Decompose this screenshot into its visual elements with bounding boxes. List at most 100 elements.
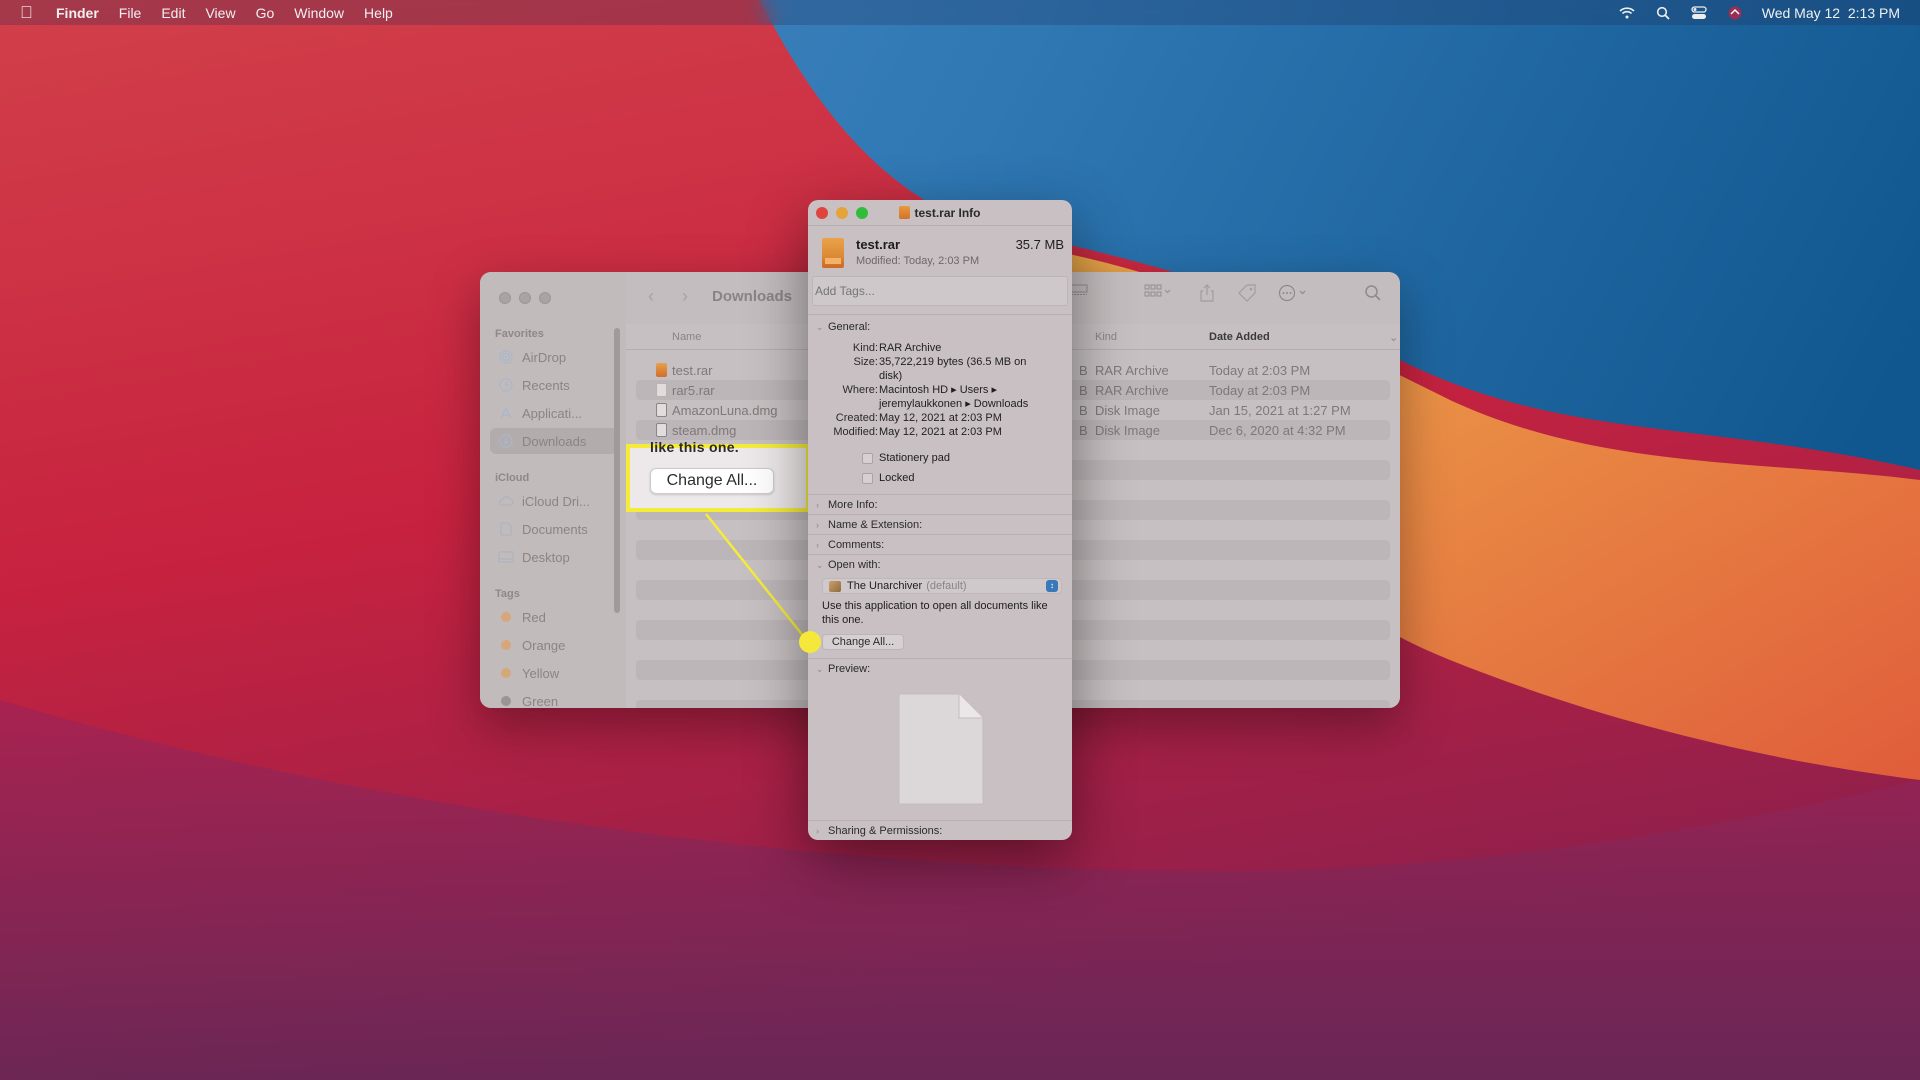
chevron-down-icon: ⌄ xyxy=(816,321,824,332)
window-controls xyxy=(499,292,551,304)
section-open-with-toggle[interactable]: ⌄ Open with: xyxy=(816,559,881,571)
sidebar-item-label: AirDrop xyxy=(522,349,567,365)
section-name-extension-label: Name & Extension: xyxy=(828,519,923,531)
created-value: May 12, 2021 at 2:03 PM xyxy=(879,412,1002,424)
add-tags-input[interactable] xyxy=(812,276,1068,306)
change-all-button[interactable]: Change All... xyxy=(822,634,904,650)
section-sharing-permissions-label: Sharing & Permissions: xyxy=(828,825,943,837)
zoom-callout: like this one. Change All... xyxy=(626,439,810,512)
sidebar-item-documents[interactable]: Documents xyxy=(490,516,618,542)
sidebar-item-desktop[interactable]: Desktop xyxy=(490,544,618,570)
column-header-kind[interactable]: Kind xyxy=(1095,331,1117,343)
disk-image-icon xyxy=(656,423,667,437)
cloud-icon xyxy=(498,493,514,509)
info-modified-summary: Modified: Today, 2:03 PM xyxy=(856,255,980,267)
back-arrow-icon[interactable]: ‹ xyxy=(648,286,654,307)
blank-file-icon xyxy=(656,383,667,397)
siri-icon[interactable] xyxy=(1726,5,1744,21)
menu-view[interactable]: View xyxy=(205,5,235,21)
section-more-info-toggle[interactable]: › More Info: xyxy=(816,499,878,511)
sidebar-section-icloud: iCloud xyxy=(495,472,530,484)
divider xyxy=(808,820,1072,821)
menu-window[interactable]: Window xyxy=(294,5,344,21)
info-title-wrap: test.rar Info xyxy=(808,206,1072,220)
sidebar-tag-red[interactable]: Red xyxy=(490,604,618,630)
sidebar-scrollbar[interactable] xyxy=(614,328,620,613)
tag-color-dot-icon xyxy=(501,696,511,706)
sidebar-item-icloud-drive[interactable]: iCloud Dri... xyxy=(490,488,618,514)
size-value: 35,722,219 bytes (36.5 MB on disk) xyxy=(879,356,1027,382)
file-name: test.rar xyxy=(672,363,713,378)
forward-arrow-icon[interactable]: › xyxy=(682,286,688,307)
file-kind: RAR Archive xyxy=(1095,383,1169,398)
rar-file-icon xyxy=(656,363,667,377)
sidebar-item-recents[interactable]: Recents xyxy=(490,372,618,398)
kind-value: RAR Archive xyxy=(879,342,942,354)
tag-color-dot-icon xyxy=(501,668,511,678)
where-label: Where: xyxy=(842,384,878,396)
sidebar-tag-orange[interactable]: Orange xyxy=(490,632,618,658)
callout-change-all-button[interactable]: Change All... xyxy=(650,468,774,494)
search-icon[interactable] xyxy=(1364,284,1382,302)
file-name: steam.dmg xyxy=(672,423,737,438)
section-general-toggle[interactable]: ⌄ General: xyxy=(816,321,870,333)
file-name: AmazonLuna.dmg xyxy=(672,403,778,418)
sidebar-item-label: Red xyxy=(522,609,546,625)
stationery-pad-checkbox[interactable]: Stationery pad xyxy=(862,452,950,464)
more-actions-icon[interactable] xyxy=(1278,284,1310,302)
locked-checkbox[interactable]: Locked xyxy=(862,472,914,484)
menu-bar-clock[interactable]: Wed May 12 2:13 PM xyxy=(1762,5,1900,21)
sidebar-item-label: Desktop xyxy=(522,549,570,565)
column-header-date-added[interactable]: Date Added xyxy=(1209,331,1270,343)
open-with-default-suffix: (default) xyxy=(926,580,967,592)
finder-sidebar: Favorites AirDrop Recents Applicati... D… xyxy=(480,272,626,708)
menu-help[interactable]: Help xyxy=(364,5,393,21)
document-preview-icon xyxy=(898,693,984,805)
file-date-added: Jan 15, 2021 at 1:27 PM xyxy=(1209,403,1351,418)
section-name-extension-toggle[interactable]: › Name & Extension: xyxy=(816,519,922,531)
menu-edit[interactable]: Edit xyxy=(161,5,185,21)
spotlight-search-icon[interactable] xyxy=(1654,5,1672,21)
section-comments-label: Comments: xyxy=(828,539,885,551)
group-view-icon[interactable] xyxy=(1070,284,1088,296)
sidebar-item-label: Green xyxy=(522,693,559,709)
sidebar-item-applications[interactable]: Applicati... xyxy=(490,400,618,426)
modified-label: Modified: xyxy=(833,426,878,438)
column-header-name[interactable]: Name xyxy=(672,331,701,343)
sidebar-item-label: Downloads xyxy=(522,433,587,449)
section-preview-toggle[interactable]: ⌄ Preview: xyxy=(816,663,870,675)
share-icon[interactable] xyxy=(1200,284,1214,302)
clock-icon xyxy=(498,377,514,393)
checkbox-icon xyxy=(862,452,873,464)
open-with-select[interactable]: The Unarchiver (default) ↕ xyxy=(822,578,1062,594)
apple-menu-icon[interactable]:  xyxy=(20,3,38,23)
wifi-icon[interactable] xyxy=(1618,5,1636,21)
menu-app-finder[interactable]: Finder xyxy=(56,5,99,21)
sidebar-item-downloads[interactable]: Downloads xyxy=(490,428,618,454)
menu-go[interactable]: Go xyxy=(256,5,275,21)
info-titlebar: test.rar Info xyxy=(808,200,1072,226)
section-sharing-permissions-toggle[interactable]: › Sharing & Permissions: xyxy=(816,825,942,837)
chevron-right-icon: › xyxy=(816,500,819,510)
unarchiver-app-icon xyxy=(829,580,841,592)
zoom-button[interactable] xyxy=(539,292,551,304)
sidebar-tag-green[interactable]: Green xyxy=(490,688,618,708)
tag-color-dot-icon xyxy=(501,640,511,650)
sidebar-item-airdrop[interactable]: AirDrop xyxy=(490,344,618,370)
info-file-size: 35.7 MB xyxy=(1015,237,1064,252)
minimize-button[interactable] xyxy=(519,292,531,304)
close-button[interactable] xyxy=(499,292,511,304)
sort-chevron-icon[interactable]: ⌄ xyxy=(1389,331,1398,344)
section-comments-toggle[interactable]: › Comments: xyxy=(816,539,884,551)
file-kind: Disk Image xyxy=(1095,423,1161,438)
airdrop-icon xyxy=(498,349,514,365)
section-general-label: General: xyxy=(828,321,871,333)
disk-image-icon xyxy=(656,403,667,417)
sidebar-tag-yellow[interactable]: Yellow xyxy=(490,660,618,686)
tag-icon[interactable] xyxy=(1238,284,1256,302)
grid-view-icon[interactable] xyxy=(1144,284,1172,298)
control-center-icon[interactable] xyxy=(1690,5,1708,21)
size-label: Size: xyxy=(853,356,878,368)
menu-bar:  Finder File Edit View Go Window Help W… xyxy=(0,0,1920,25)
menu-file[interactable]: File xyxy=(119,5,142,21)
